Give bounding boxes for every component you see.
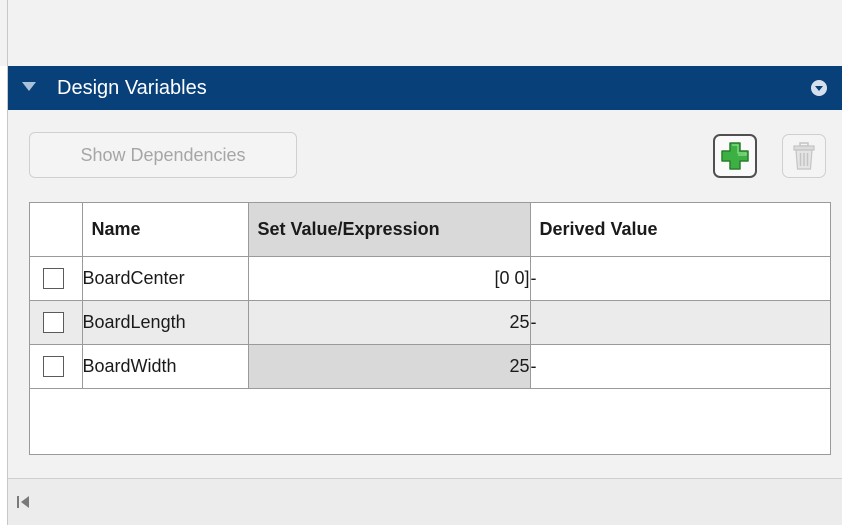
- table-row: BoardWidth 25 -: [30, 343, 830, 389]
- collapse-to-start-icon[interactable]: [16, 494, 32, 510]
- table-header-row: Name Set Value/Expression Derived Value: [30, 203, 830, 257]
- name-cell[interactable]: BoardWidth: [81, 343, 249, 389]
- column-header-derived[interactable]: Derived Value: [529, 203, 830, 257]
- add-variable-button[interactable]: [713, 134, 757, 178]
- table-row: BoardCenter [0 0] -: [30, 255, 830, 301]
- derived-value-cell: -: [529, 255, 830, 301]
- design-variables-panel: Design Variables Show Dependencies Name …: [7, 66, 842, 525]
- panel-menu-icon[interactable]: [811, 80, 827, 96]
- column-header-expression[interactable]: Set Value/Expression: [247, 203, 531, 257]
- table-row: BoardLength 25 -: [30, 299, 830, 345]
- bottom-toolbar: [8, 478, 842, 525]
- expression-cell-selected[interactable]: 25: [247, 343, 531, 389]
- variables-table: Name Set Value/Expression Derived Value …: [29, 202, 831, 455]
- column-header-name[interactable]: Name: [81, 203, 249, 257]
- top-blank-area: [0, 0, 842, 66]
- derived-value-cell: -: [529, 343, 830, 389]
- name-cell[interactable]: BoardCenter: [81, 255, 249, 301]
- divider: [7, 0, 8, 66]
- delete-variable-button[interactable]: [782, 134, 826, 178]
- show-dependencies-label: Show Dependencies: [80, 144, 246, 165]
- collapse-triangle-icon[interactable]: [22, 82, 36, 91]
- panel-header[interactable]: Design Variables: [8, 66, 842, 110]
- row-checkbox[interactable]: [43, 267, 64, 289]
- trash-icon: [793, 142, 815, 170]
- row-select-cell: [30, 299, 83, 345]
- show-dependencies-button[interactable]: Show Dependencies: [29, 132, 297, 178]
- plus-icon: [721, 142, 749, 170]
- panel-title: Design Variables: [57, 77, 207, 99]
- column-header-select: [30, 203, 83, 257]
- expression-cell[interactable]: [0 0]: [247, 255, 531, 301]
- expression-cell[interactable]: 25: [247, 299, 531, 345]
- row-checkbox[interactable]: [43, 311, 64, 333]
- row-select-cell: [30, 343, 83, 389]
- row-select-cell: [30, 255, 83, 301]
- name-cell[interactable]: BoardLength: [81, 299, 249, 345]
- row-checkbox[interactable]: [43, 355, 64, 377]
- derived-value-cell: -: [529, 299, 830, 345]
